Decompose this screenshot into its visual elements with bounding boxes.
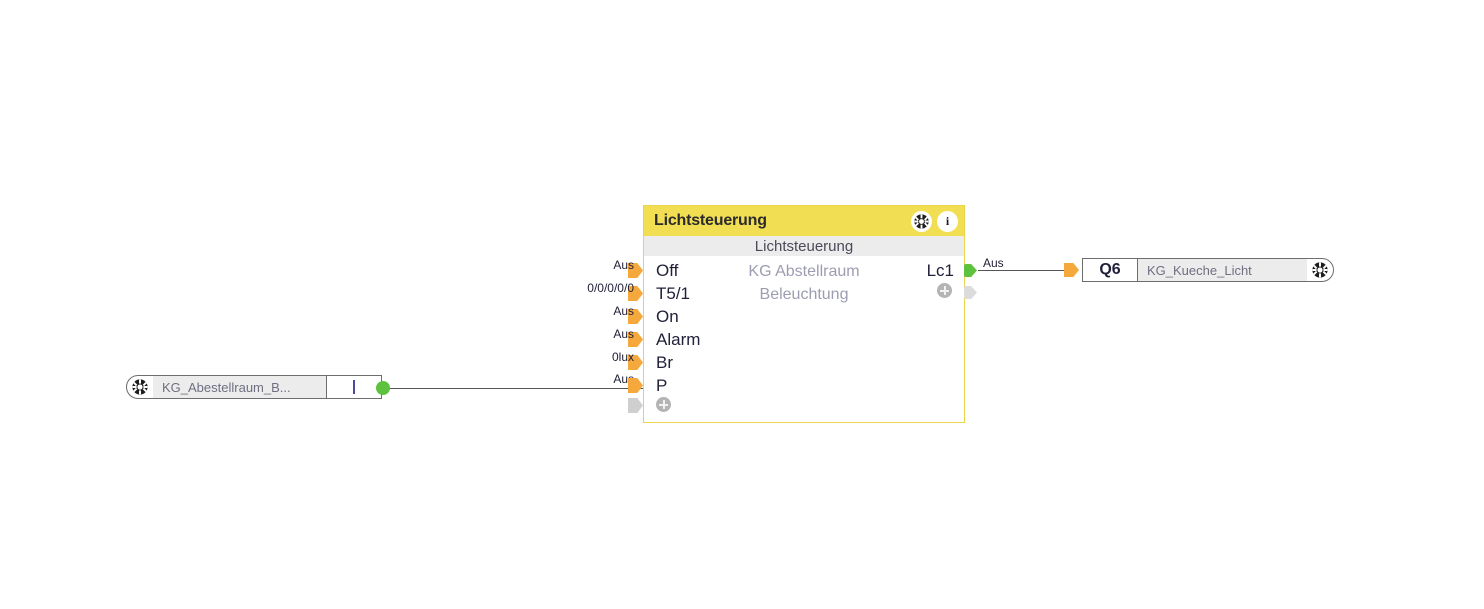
input-pin-name: Alarm	[656, 330, 701, 349]
input-pin-name: P	[656, 376, 668, 395]
wire-value-input: Aus	[613, 372, 634, 386]
diagram-canvas[interactable]: Aus Aus KG_Abestellraum_B... Lichtsteuer…	[0, 0, 1484, 609]
gear-icon[interactable]	[127, 376, 153, 398]
wire-value-output: Aus	[983, 256, 1004, 270]
function-block-subtitle-bar: Lichtsteuerung	[644, 236, 964, 256]
function-block-output-names: Lc1	[927, 259, 954, 282]
io-node-output-terminal[interactable]: Q6	[1083, 259, 1138, 281]
function-block-body: KG Abstellraum Beleuchtung Off T5/1 On A…	[628, 256, 977, 424]
wire-block-to-output[interactable]	[978, 270, 1070, 271]
add-input-button[interactable]	[656, 397, 671, 412]
wire-input-to-block[interactable]	[385, 388, 643, 389]
function-block-input-names: Off T5/1 On Alarm Br P	[656, 259, 746, 397]
gear-icon[interactable]	[1307, 259, 1333, 281]
io-node-input[interactable]: KG_Abestellraum_B...	[126, 375, 382, 399]
info-icon[interactable]: i	[937, 210, 958, 232]
input-pin-name: T5/1	[656, 284, 691, 303]
input-port-p[interactable]	[628, 378, 643, 393]
input-value-on: Aus	[613, 304, 634, 318]
output-pin-name: Lc1	[926, 261, 954, 280]
io-node-output[interactable]: Q6 KG_Kueche_Licht	[1082, 258, 1334, 282]
output-port-lc1[interactable]	[964, 264, 977, 277]
input-value-off: Aus	[613, 258, 634, 272]
function-block-subtitle: Lichtsteuerung	[754, 237, 854, 255]
io-node-input-terminal[interactable]	[326, 376, 381, 398]
info-icon-glyph: i	[945, 214, 950, 228]
add-output-button[interactable]	[937, 283, 952, 298]
output-port-add-placeholder[interactable]	[964, 286, 977, 299]
terminal-bar-glyph	[353, 380, 355, 394]
io-node-output-port[interactable]	[1064, 263, 1079, 277]
input-value-alarm: Aus	[613, 327, 634, 341]
function-block-title: Lichtsteuerung	[654, 212, 767, 229]
function-block-header: Lichtsteuerung i	[644, 206, 964, 236]
function-block-lichtsteuerung[interactable]: Lichtsteuerung i Lichtsteuerung KG Abste…	[628, 205, 977, 424]
input-value-t5-1: 0/0/0/0/0	[587, 281, 634, 295]
io-node-output-label: KG_Kueche_Licht	[1138, 259, 1307, 281]
input-pin-name: Br	[656, 353, 673, 372]
function-block-header-icons: i	[911, 210, 958, 232]
gear-icon[interactable]	[911, 210, 932, 232]
input-pin-name: On	[656, 307, 679, 326]
io-node-input-label: KG_Abestellraum_B...	[153, 376, 326, 398]
io-node-input-port[interactable]	[376, 381, 390, 395]
input-port-add-placeholder[interactable]	[628, 398, 643, 413]
input-value-br: 0lux	[611, 350, 634, 364]
input-pin-name: Off	[656, 261, 679, 280]
